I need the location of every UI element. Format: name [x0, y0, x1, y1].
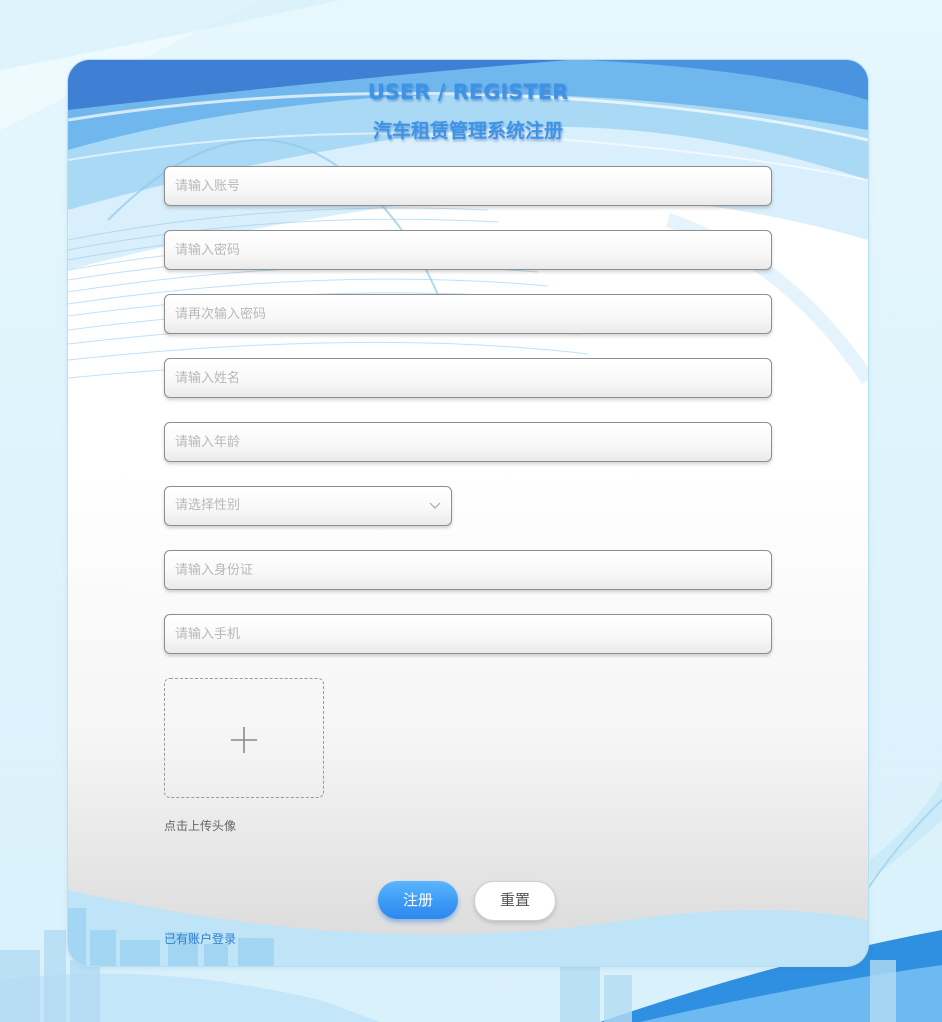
phone-input[interactable] — [175, 615, 755, 653]
gender-select[interactable]: 请选择性别 — [164, 486, 452, 526]
phone-field — [164, 614, 772, 654]
confirm-password-input[interactable] — [175, 295, 755, 333]
confirm-password-field — [164, 294, 772, 334]
title-english: USER / REGISTER — [367, 80, 569, 104]
gender-select-placeholder: 请选择性别 — [175, 498, 241, 513]
avatar-upload-box[interactable] — [164, 678, 324, 798]
id-card-input[interactable] — [175, 551, 755, 589]
password-input[interactable] — [175, 231, 755, 269]
password-field — [164, 230, 772, 270]
title-chinese: 汽车租赁管理系统注册 — [372, 120, 563, 142]
login-link[interactable]: 已有账户登录 — [164, 930, 236, 947]
account-input[interactable] — [175, 167, 755, 205]
name-field — [164, 358, 772, 398]
id-card-field — [164, 550, 772, 590]
name-input[interactable] — [175, 359, 755, 397]
register-card: USER / REGISTER 汽车租赁管理系统注册 请选择性别 点击上传头像 … — [68, 60, 868, 966]
reset-button[interactable]: 重置 — [474, 881, 556, 921]
chevron-down-icon — [429, 502, 441, 509]
register-button[interactable]: 注册 — [378, 881, 458, 919]
age-field — [164, 422, 772, 462]
avatar-upload-label: 点击上传头像 — [164, 819, 237, 833]
plus-icon — [231, 727, 257, 753]
account-field — [164, 166, 772, 206]
age-input[interactable] — [175, 423, 755, 461]
